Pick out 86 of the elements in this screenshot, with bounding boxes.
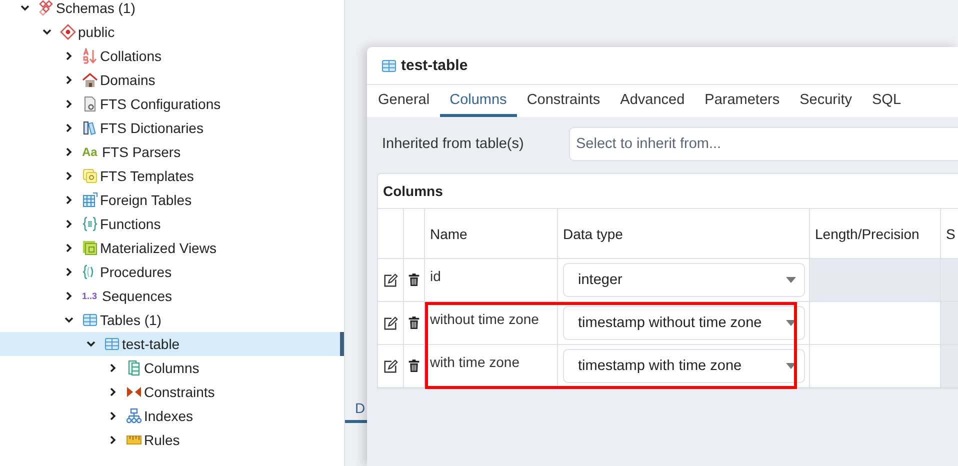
chevron-right-icon[interactable]: [64, 291, 74, 301]
braces-icon: [82, 216, 98, 232]
table-icon: [82, 312, 98, 328]
chevron-right-icon[interactable]: [64, 51, 74, 61]
chevron-right-icon[interactable]: [108, 363, 118, 373]
edit-icon[interactable]: [383, 273, 398, 288]
table-cell: id: [425, 259, 558, 302]
selected-tree-row[interactable]: test-table: [0, 332, 344, 356]
chevron-right-icon[interactable]: [64, 171, 74, 181]
chevron-right-icon[interactable]: [108, 411, 118, 421]
tree-item[interactable]: Procedures: [100, 264, 172, 280]
stacked-squares-icon: [82, 240, 98, 256]
chevron-down-icon[interactable]: [86, 339, 96, 349]
tab[interactable]: Columns: [440, 85, 517, 117]
tab[interactable]: Security: [790, 85, 862, 117]
tree-item[interactable]: Rules: [144, 432, 180, 448]
panel-title: Columns: [383, 183, 443, 199]
field-label: Inherited from table(s): [381, 136, 525, 152]
table-icon: [381, 58, 397, 74]
tree-item[interactable]: Functions: [100, 216, 161, 232]
tree-item[interactable]: Materialized Views: [100, 240, 216, 256]
font-icon: Aa: [82, 145, 100, 159]
tree-item[interactable]: FTS Configurations: [100, 96, 221, 112]
chevron-right-icon[interactable]: [64, 147, 74, 157]
edit-icon[interactable]: [383, 359, 398, 374]
data-type-dropdown[interactable]: timestamp without time zone: [563, 306, 805, 340]
inherit-select-field[interactable]: Select to inherit from...: [569, 127, 958, 161]
tree-item[interactable]: Tables (1): [100, 312, 162, 328]
caret-down-icon: [786, 320, 796, 326]
tree-item[interactable]: FTS Parsers: [102, 144, 181, 160]
book-icon: [82, 120, 98, 136]
tree-item[interactable]: Collations: [100, 48, 162, 64]
chevron-right-icon[interactable]: [64, 267, 74, 277]
chevron-down-icon[interactable]: [64, 315, 74, 325]
diamond-icon: [60, 24, 76, 40]
columns-icon: [126, 360, 142, 376]
chevron-down-icon[interactable]: [20, 3, 30, 13]
table-icon: [82, 192, 98, 208]
tree-item[interactable]: Sequences: [102, 288, 172, 304]
dialog-title: test-table: [401, 57, 468, 74]
chevron-right-icon[interactable]: [64, 219, 74, 229]
table-cell: [941, 302, 958, 345]
tree-item[interactable]: Indexes: [144, 408, 194, 424]
bowtie-icon: [126, 384, 142, 400]
chevron-right-icon[interactable]: [64, 99, 74, 109]
tree-item: test-table: [122, 336, 180, 352]
column-header: Data type: [558, 209, 810, 259]
tree-item[interactable]: public: [78, 24, 115, 40]
table-cell: with time zone: [425, 345, 558, 388]
chevron-right-icon[interactable]: [108, 435, 118, 445]
tab[interactable]: D: [345, 394, 376, 423]
chevron-right-icon[interactable]: [64, 75, 74, 85]
caret-down-icon: [786, 363, 796, 369]
trash-icon[interactable]: [408, 316, 420, 330]
tab[interactable]: Constraints: [516, 85, 610, 117]
column-header: Name: [425, 209, 558, 259]
tab[interactable]: Parameters: [694, 85, 790, 117]
diamond-cluster-icon: [38, 0, 54, 16]
data-type-dropdown[interactable]: timestamp with time zone: [563, 349, 805, 383]
tab[interactable]: Advanced: [610, 85, 695, 117]
tree-item[interactable]: Constraints: [144, 384, 215, 400]
chevron-down-icon[interactable]: [42, 27, 52, 37]
table-icon: [104, 336, 120, 352]
tab[interactable]: General: [368, 85, 440, 117]
edit-icon[interactable]: [383, 316, 398, 331]
chevron-right-icon[interactable]: [64, 243, 74, 253]
tree-item[interactable]: Columns: [144, 360, 200, 376]
document-gear-icon: [82, 96, 98, 112]
sort-down-icon: [82, 48, 98, 64]
chevron-right-icon[interactable]: [64, 195, 74, 205]
tree-item[interactable]: Foreign Tables: [100, 192, 192, 208]
caret-down-icon: [786, 277, 796, 283]
house-icon: [82, 72, 98, 88]
chevron-right-icon[interactable]: [108, 387, 118, 397]
hierarchy-icon: [126, 408, 142, 424]
trash-icon[interactable]: [408, 273, 420, 287]
tree-item[interactable]: Domains: [100, 72, 156, 88]
tree-item[interactable]: FTS Templates: [100, 168, 194, 184]
trash-icon[interactable]: [408, 359, 420, 373]
data-type-dropdown[interactable]: integer: [563, 263, 805, 297]
tree-item[interactable]: Schemas (1): [56, 0, 136, 16]
tab[interactable]: SQL: [862, 85, 912, 117]
sequence-icon: 1..3: [82, 291, 100, 301]
tree-item[interactable]: FTS Dictionaries: [100, 120, 204, 136]
chevron-right-icon[interactable]: [64, 123, 74, 133]
table-cell: without time zone: [425, 302, 558, 345]
